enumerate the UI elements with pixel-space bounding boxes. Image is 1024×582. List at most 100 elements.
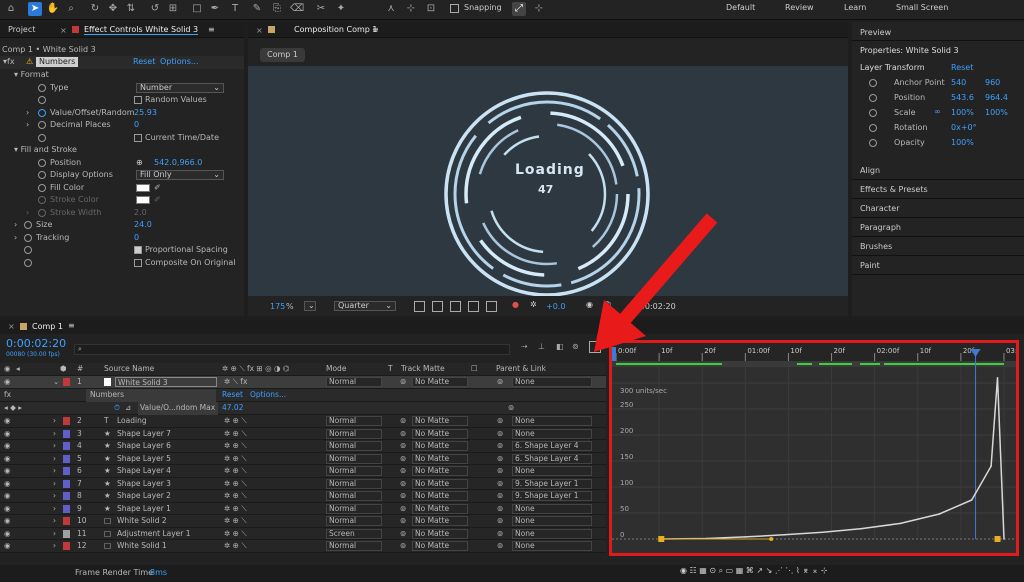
stopwatch-icon[interactable] [869,139,877,147]
search-input[interactable]: ⌕ [74,344,510,355]
matte-icon[interactable]: ⊚ [400,528,406,541]
mode-dropdown[interactable]: Normal [326,466,382,476]
panel-effects-presets[interactable]: Effects & Presets [852,180,1024,199]
layer-switches-icon[interactable]: ✲ ⊕ ⟍ [224,415,247,428]
pickwhip-icon[interactable]: ⊚ [497,376,503,389]
grid-icon[interactable] [468,301,479,312]
options-link[interactable]: Options... [160,56,199,69]
parent-dropdown[interactable]: None [512,416,592,426]
layer-row[interactable]: ◉ › 5 ★ Shape Layer 5 ✲ ⊕ ⟍ Normal ⊚ No Matte ⊚ 6.… [0,452,606,466]
stroke-color-swatch[interactable] [136,196,150,204]
close-icon[interactable]: × [60,26,67,35]
panel-menu-icon[interactable]: ≡ [372,25,379,34]
layer-switches-icon[interactable]: ✲ ⊕ ⟍ [224,453,247,466]
matte-dropdown[interactable]: No Matte [412,478,468,489]
layer-row[interactable]: ◉ › 9 ★ Shape Layer 1 ✲ ⊕ ⟍ Normal ⊚ No Matte ⊚ No… [0,502,606,516]
anchor-tool-icon[interactable]: ⊞ [166,2,180,16]
mode-dropdown[interactable]: Normal [326,453,382,464]
zoom-dropdown[interactable]: ⌄ [304,301,316,311]
layer-switches-icon[interactable]: ✲ ⊕ ⟍ [224,440,247,453]
composition-flowchart-icon[interactable]: ⇢ [521,342,528,351]
workspace-small-screen[interactable]: Small Screen [896,3,948,12]
panel-brushes[interactable]: Brushes [852,237,1024,256]
layer-row[interactable]: ◉ › 6 ★ Shape Layer 4 ✲ ⊕ ⟍ Normal ⊚ No Matte ⊚ No… [0,465,606,478]
transform-reset-link[interactable]: Reset [951,63,973,72]
effect-options-link[interactable]: Options... [250,389,286,402]
selection-tool-icon[interactable]: ➤ [28,2,42,16]
parent-dropdown[interactable]: None [512,528,592,539]
axis-world-icon[interactable]: ⊹ [404,2,418,16]
layer-name[interactable]: White Solid 2 [117,515,167,528]
header-source[interactable]: Source Name [104,363,154,376]
pan-tool-icon[interactable]: ✥ [106,2,120,16]
layer-row[interactable]: ◉ › 3 ★ Shape Layer 7 ✲ ⊕ ⟍ Normal ⊚ No Matte ⊚ No… [0,427,606,440]
expression-pickwhip-icon[interactable]: ⊚ [508,402,514,415]
label-color-icon[interactable] [63,504,70,513]
type-dropdown[interactable]: Number ⌄ [136,83,224,93]
layer-row-selected[interactable]: ◉ ⌄ 1 White Solid 3 ✲ ⟍ fx Normal ⊚ No M… [0,376,606,389]
frame-blending-icon[interactable]: ⊚ [572,342,579,351]
layer-row[interactable]: ◉ › 10 □ White Solid 2 ✲ ⊕ ⟍ Normal ⊚ No Matte ⊚ N… [0,515,606,528]
region-icon[interactable] [486,301,497,312]
eyedropper-icon[interactable]: ✐ [154,182,161,195]
anchor-x[interactable]: 540 [951,78,966,87]
position-x[interactable]: 543.6 [951,93,974,102]
layer-switches-icon[interactable]: ✲ ⊕ ⟍ [224,515,247,528]
layer-switches-icon[interactable]: ✲ ⊕ ⟍ [224,490,247,503]
chevron-right-icon[interactable]: › [14,219,17,232]
pickwhip-icon[interactable]: ⊚ [497,453,503,466]
graph-footer-icons[interactable]: ◉ ☷ ▦ ⊙ ⌕ ▭ ▦ ⌘ ↗ ↘ ⋰ ⋱ ⌇ ⌆ ⌅ ⊹ [680,566,828,576]
label-color-icon[interactable] [63,529,70,538]
opacity-value[interactable]: 100% [951,138,974,147]
matte-icon[interactable]: ⊚ [400,540,406,553]
eye-icon[interactable]: ◉ [4,415,11,428]
eye-icon[interactable]: ◉ [4,478,11,491]
comp-button[interactable]: Comp 1 [260,48,305,62]
matte-icon[interactable]: ⊚ [400,478,406,491]
roto-tool-icon[interactable]: ✂ [314,2,328,16]
dolly-tool-icon[interactable]: ⇅ [124,2,138,16]
shy-layers-icon[interactable]: ◧ [556,342,564,351]
layer-name[interactable]: Loading [117,415,147,428]
matte-dropdown[interactable]: No Matte [412,453,468,464]
layer-switches-icon[interactable]: ✲ ⊕ ⟍ [224,540,247,553]
mode-dropdown[interactable]: Normal [326,541,382,551]
pickwhip-icon[interactable]: ⊚ [497,528,503,541]
reset-link[interactable]: Reset [133,56,155,69]
layer-switches-icon[interactable]: ✲ ⊕ ⟍ [224,465,247,478]
layer-name[interactable]: Shape Layer 1 [117,503,171,516]
layer-row[interactable]: ◉ › 11 □ Adjustment Layer 1 ✲ ⊕ ⟍ Screen ⊚ No Ma… [0,527,606,541]
layer-row[interactable]: ◉ › 8 ★ Shape Layer 2 ✲ ⊕ ⟍ Normal ⊚ No Matte ⊚ 9.… [0,490,606,503]
panel-align[interactable]: Align [852,161,1024,180]
chevron-right-icon[interactable]: › [26,207,29,220]
matte-dropdown[interactable]: No Matte [412,503,468,514]
mode-dropdown[interactable]: Screen [326,528,382,539]
parent-dropdown[interactable]: 6. Shape Layer 4 [512,453,592,464]
layer-name[interactable]: Shape Layer 5 [117,453,171,466]
mode-dropdown[interactable]: Normal [326,503,382,514]
eye-icon[interactable]: ◉ [4,453,11,466]
panel-paint[interactable]: Paint [852,256,1024,275]
fill-color-swatch[interactable] [136,184,150,192]
matte-dropdown[interactable]: No Matte [412,441,468,451]
constrain-link-icon[interactable]: ∞ [934,107,941,116]
fx-icon[interactable]: fx [4,389,11,402]
pickwhip-icon[interactable]: ⊚ [497,540,503,553]
layer-switches-icon[interactable]: ✲ ⟍ fx [224,376,247,389]
proportional-checkbox[interactable]: Proportional Spacing [134,244,228,257]
scale-y[interactable]: 100% [985,108,1008,117]
workspace-default[interactable]: Default [726,3,755,12]
home-icon[interactable]: ⌂ [4,2,18,16]
mode-dropdown[interactable]: Normal [326,491,382,501]
zoom-value[interactable]: 175 [270,302,285,311]
tab-comp-1[interactable]: Comp 1 [32,322,63,331]
stopwatch-icon[interactable] [869,109,877,117]
pickwhip-icon[interactable]: ⊚ [497,465,503,478]
axis-view-icon[interactable]: ⊡ [424,2,438,16]
label-color-icon[interactable] [63,417,70,425]
mode-dropdown[interactable]: Normal [326,428,382,439]
rotate-tool-icon[interactable]: ↺ [148,2,162,16]
composition-viewer[interactable]: Loading 47 [248,66,848,297]
layer-name[interactable]: Shape Layer 3 [117,478,171,491]
parent-dropdown[interactable]: 9. Shape Layer 1 [512,491,592,501]
